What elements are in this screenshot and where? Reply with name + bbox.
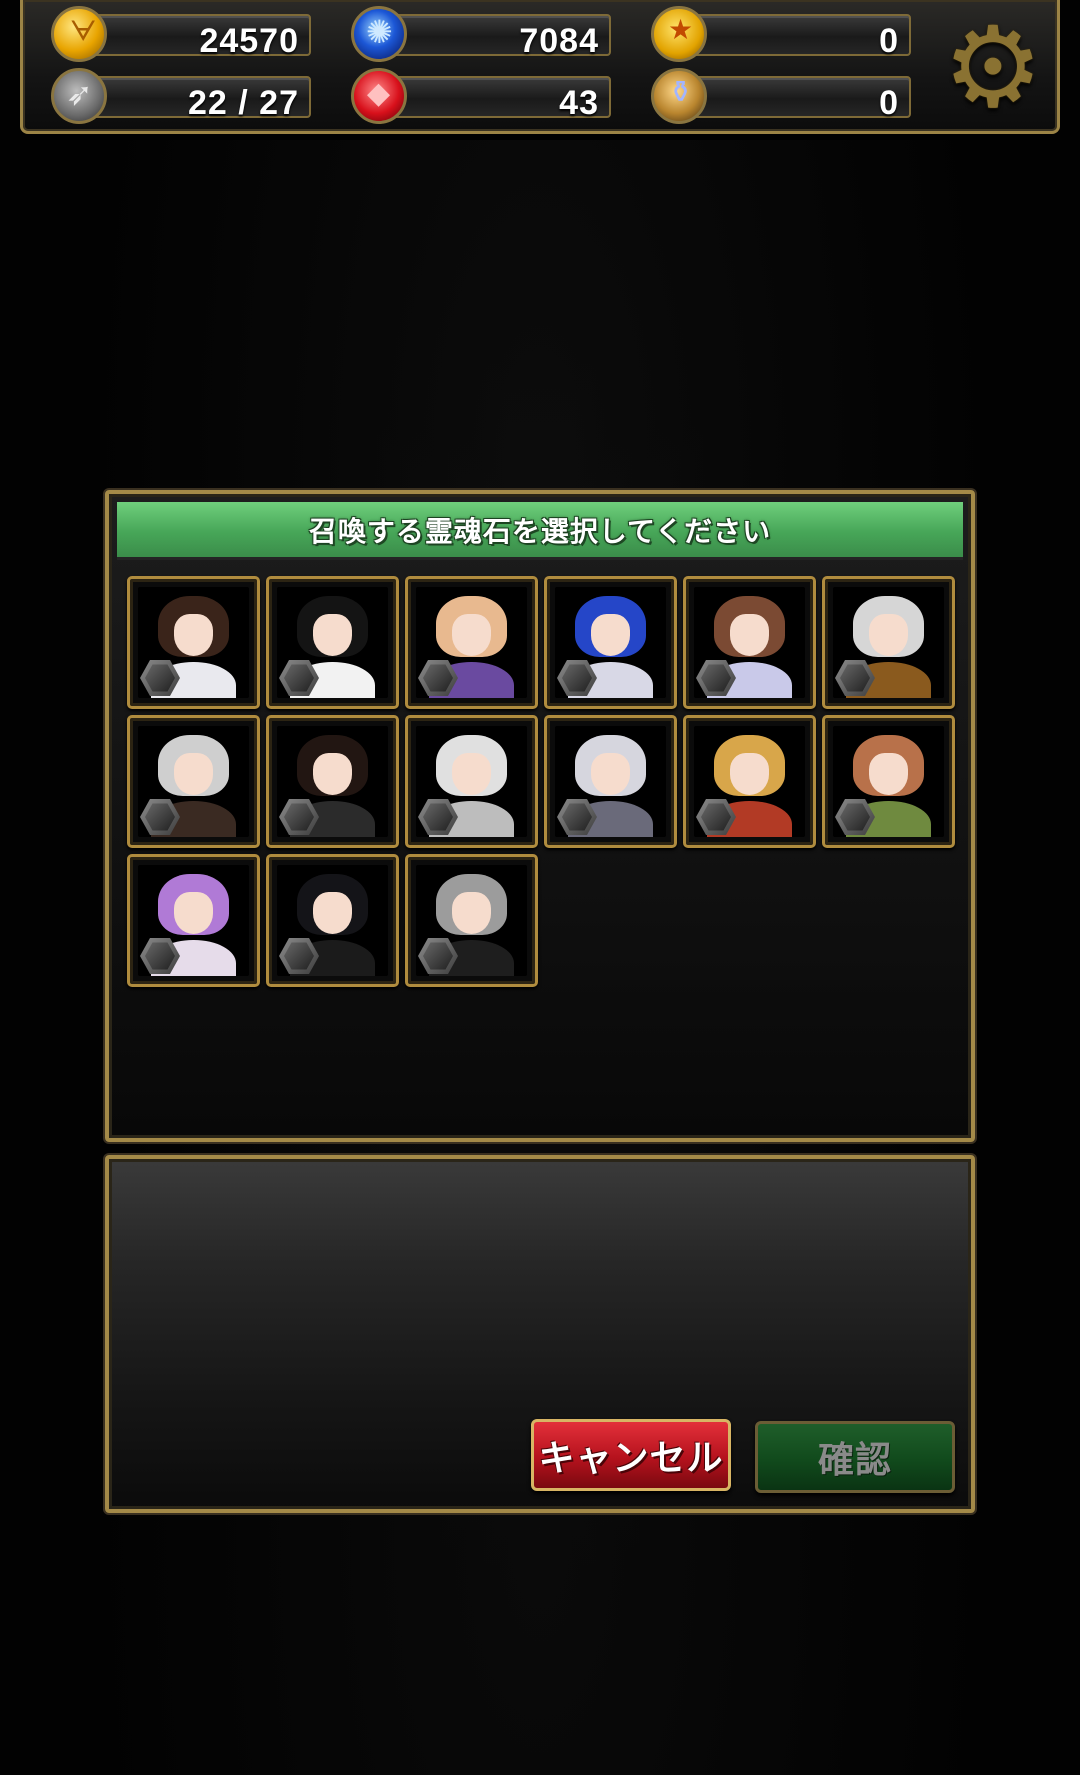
potion-icon (651, 68, 707, 124)
confirm-button[interactable]: 確認 (755, 1421, 955, 1493)
medal-counter[interactable]: 0 (651, 6, 911, 62)
character-card[interactable] (127, 576, 260, 709)
portrait-face (451, 752, 492, 795)
character-card[interactable] (266, 715, 399, 848)
character-card[interactable] (544, 715, 677, 848)
stamina-counter[interactable]: 22 / 27 (51, 68, 311, 124)
potion-value: 0 (879, 84, 899, 122)
gold-counter[interactable]: 24570 (51, 6, 311, 62)
character-card[interactable] (266, 576, 399, 709)
character-card[interactable] (405, 715, 538, 848)
portrait-face (868, 613, 909, 656)
portrait-face (312, 613, 353, 656)
portrait-face (173, 613, 214, 656)
dialog-title: 召喚する霊魂石を選択してください (308, 514, 772, 548)
character-card[interactable] (683, 715, 816, 848)
red-gem-icon (351, 68, 407, 124)
character-card[interactable] (822, 576, 955, 709)
portrait-face (590, 613, 631, 656)
gem-counter[interactable]: 43 (351, 68, 611, 124)
portrait-face (312, 752, 353, 795)
portrait-face (173, 891, 214, 934)
cancel-button[interactable]: キャンセル (531, 1419, 731, 1491)
portrait-face (729, 613, 770, 656)
portrait-face (451, 613, 492, 656)
portrait-face (729, 752, 770, 795)
medal-icon (651, 6, 707, 62)
dialog-header: 召喚する霊魂石を選択してください (117, 502, 963, 560)
soul-stone-grid (127, 576, 955, 987)
potion-counter[interactable]: 0 (651, 68, 911, 124)
character-card[interactable] (405, 576, 538, 709)
mana-orb-counter[interactable]: 7084 (351, 6, 611, 62)
portrait-face (173, 752, 214, 795)
portrait-face (312, 891, 353, 934)
info-panel: キャンセル 確認 (105, 1155, 975, 1513)
mana-orb-value: 7084 (519, 22, 599, 60)
soul-stone-select-dialog: 召喚する霊魂石を選択してください (105, 490, 975, 1142)
portrait-face (590, 752, 631, 795)
character-card[interactable] (822, 715, 955, 848)
character-card[interactable] (127, 715, 260, 848)
medal-value: 0 (879, 22, 899, 60)
character-card[interactable] (405, 854, 538, 987)
character-card[interactable] (683, 576, 816, 709)
portrait-face (868, 752, 909, 795)
gem-value: 43 (559, 84, 599, 122)
portrait-face (451, 891, 492, 934)
character-card[interactable] (544, 576, 677, 709)
gear-icon[interactable]: ⚙ (938, 12, 1048, 128)
stamina-value: 22 / 27 (188, 84, 299, 122)
blue-orb-icon (351, 6, 407, 62)
gold-coin-icon (51, 6, 107, 62)
status-bar: 24570 22 / 27 7084 43 0 0 ⚙ (20, 0, 1060, 134)
winged-boot-icon (51, 68, 107, 124)
character-card[interactable] (266, 854, 399, 987)
gold-value: 24570 (199, 22, 299, 60)
character-card[interactable] (127, 854, 260, 987)
